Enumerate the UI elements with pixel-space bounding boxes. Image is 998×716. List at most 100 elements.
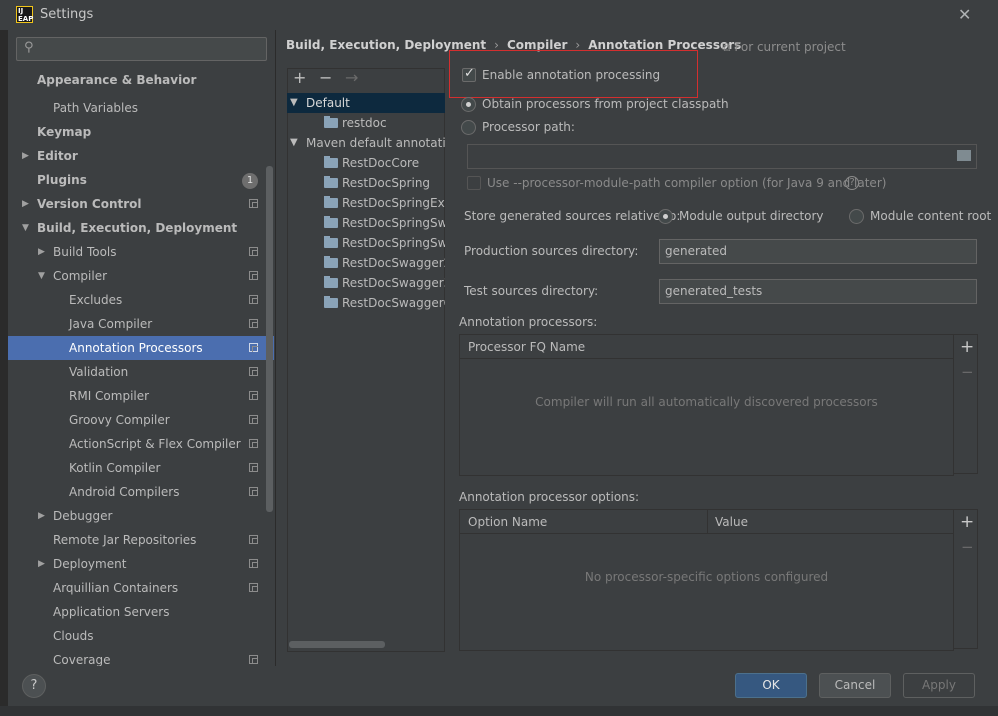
remove-profile-button[interactable]: − (319, 68, 332, 87)
add-profile-button[interactable]: + (293, 68, 306, 87)
sidebar-item-plugins[interactable]: Plugins (37, 168, 87, 192)
tree-horizontal-scrollbar[interactable] (289, 641, 385, 648)
chevron-right-icon[interactable]: ▶ (22, 144, 29, 168)
chevron-down-icon[interactable]: ▼ (22, 216, 29, 240)
project-scope-icon: ⧉ (722, 40, 735, 54)
sidebar-scrollbar[interactable] (266, 166, 273, 512)
add-option-button[interactable]: + (960, 512, 974, 532)
sidebar-item-debugger[interactable]: ▶ Debugger (38, 504, 267, 528)
processor-path-radio[interactable] (461, 120, 476, 135)
project-scope-icon (249, 391, 258, 400)
help-icon[interactable]: ? (845, 176, 859, 190)
sidebar-item-deployment[interactable]: ▶ Deployment (38, 552, 267, 576)
tree-item-maven[interactable]: ▼Maven default annotation (290, 133, 445, 153)
chevron-down-icon[interactable]: ▼ (290, 133, 298, 153)
sidebar-item-rmi-compiler[interactable]: RMI Compiler (69, 384, 267, 408)
module-content-label[interactable]: Module content root (870, 209, 991, 223)
obtain-from-classpath-radio[interactable] (461, 97, 476, 112)
column-option-name[interactable]: Option Name (468, 510, 547, 534)
tree-item-module[interactable]: RestDocSpringSwag (324, 233, 445, 253)
tree-item-module[interactable]: RestDocSwagger3 (324, 273, 445, 293)
sidebar-item-excludes[interactable]: Excludes (69, 288, 267, 312)
module-folder-icon (324, 156, 338, 168)
sidebar-item-editor[interactable]: ▶ Editor (22, 144, 262, 168)
options-empty-text: No processor-specific options configured (584, 570, 829, 584)
tree-item-module[interactable]: RestDocSpring (324, 173, 445, 193)
module-output-radio[interactable] (658, 209, 673, 224)
tree-item-module[interactable]: RestDocSwaggerCo (324, 293, 445, 313)
processor-options-title: Annotation processor options: (459, 490, 640, 504)
project-scope-icon (249, 463, 258, 472)
scope-label: ⧉ For current project (722, 40, 846, 54)
processor-path-field[interactable] (467, 144, 977, 169)
tree-item-module[interactable]: restdoc (324, 113, 445, 133)
sidebar-item-annotation-processors[interactable]: Annotation Processors (8, 336, 274, 360)
sidebar-item-coverage[interactable]: Coverage (53, 648, 267, 666)
module-path-checkbox[interactable] (467, 176, 481, 190)
options-toolbar: + − (954, 509, 978, 649)
processors-table-header: Processor FQ Name (460, 335, 953, 359)
sidebar-item-validation[interactable]: Validation (69, 360, 267, 384)
enable-annotation-checkbox[interactable] (462, 66, 476, 82)
project-scope-icon (249, 367, 258, 376)
sidebar-item-java-compiler[interactable]: Java Compiler (69, 312, 267, 336)
sidebar-item-app-servers[interactable]: Application Servers (53, 600, 169, 624)
processors-empty-text: Compiler will run all automatically disc… (535, 395, 878, 409)
tree-item-module[interactable]: RestDocSwagger2 (324, 253, 445, 273)
module-folder-icon (324, 216, 338, 228)
close-icon[interactable]: ✕ (958, 5, 971, 24)
cancel-button[interactable]: Cancel (819, 673, 891, 698)
sidebar-item-kotlin-compiler[interactable]: Kotlin Compiler (69, 456, 267, 480)
sidebar-item-appearance[interactable]: Appearance & Behavior (37, 68, 196, 92)
move-to-profile-button[interactable]: → (345, 68, 358, 87)
help-button[interactable]: ? (22, 674, 46, 698)
project-scope-icon (249, 559, 258, 568)
tree-item-module[interactable]: RestDocCore (324, 153, 445, 173)
processor-path-label[interactable]: Processor path: (482, 120, 575, 134)
sidebar-item-compiler[interactable]: ▼ Compiler (38, 264, 267, 288)
folder-icon[interactable] (957, 150, 971, 161)
chevron-right-icon[interactable]: ▶ (22, 192, 29, 216)
module-content-radio[interactable] (849, 209, 864, 224)
enable-annotation-label[interactable]: Enable annotation processing (482, 68, 660, 82)
module-folder-icon (324, 276, 338, 288)
chevron-right-icon[interactable]: ▶ (38, 240, 45, 264)
sidebar-item-actionscript[interactable]: ActionScript & Flex Compiler (69, 432, 267, 456)
sidebar-item-android-compilers[interactable]: Android Compilers (69, 480, 267, 504)
sidebar-item-clouds[interactable]: Clouds (53, 624, 94, 648)
column-value[interactable]: Value (715, 510, 748, 534)
column-divider (707, 510, 708, 534)
remove-option-button[interactable]: − (961, 538, 974, 556)
sidebar-item-build-tools[interactable]: ▶ Build Tools (38, 240, 267, 264)
sidebar-item-groovy-compiler[interactable]: Groovy Compiler (69, 408, 267, 432)
sidebar-item-remote-jar[interactable]: Remote Jar Repositories (53, 528, 267, 552)
apply-button[interactable]: Apply (903, 673, 975, 698)
remove-processor-button[interactable]: − (961, 363, 974, 381)
options-table-header: Option Name Value (460, 510, 953, 534)
module-folder-icon (324, 236, 338, 248)
tree-item-module[interactable]: RestDocSpringExam (324, 193, 445, 213)
tree-item-default[interactable]: ▼ Default (290, 93, 445, 113)
sidebar-item-keymap[interactable]: Keymap (37, 120, 91, 144)
production-dir-field[interactable]: generated (659, 239, 977, 264)
ok-button[interactable]: OK (735, 673, 807, 698)
sidebar-item-path-variables[interactable]: Path Variables (53, 96, 138, 120)
module-output-label[interactable]: Module output directory (679, 209, 824, 223)
tree-item-module[interactable]: RestDocSpringSwag (324, 213, 445, 233)
sidebar-item-build[interactable]: ▼ Build, Execution, Deployment (22, 216, 267, 240)
column-processor-fq-name[interactable]: Processor FQ Name (468, 335, 585, 359)
production-dir-label: Production sources directory: (464, 244, 639, 258)
obtain-from-classpath-label[interactable]: Obtain processors from project classpath (482, 97, 729, 111)
sidebar-item-arquillian[interactable]: Arquillian Containers (53, 576, 267, 600)
test-dir-field[interactable]: generated_tests (659, 279, 977, 304)
chevron-right-icon[interactable]: ▶ (38, 504, 45, 528)
module-path-label[interactable]: Use --processor-module-path compiler opt… (487, 176, 886, 190)
add-processor-button[interactable]: + (960, 337, 974, 357)
search-input[interactable]: ⚲ (16, 37, 267, 61)
chevron-right-icon[interactable]: ▶ (38, 552, 45, 576)
chevron-down-icon[interactable]: ▼ (290, 93, 298, 113)
sidebar-item-version-control[interactable]: ▶ Version Control (22, 192, 267, 216)
chevron-down-icon[interactable]: ▼ (38, 264, 45, 288)
title-bar (0, 0, 998, 30)
search-icon: ⚲ (24, 40, 34, 55)
